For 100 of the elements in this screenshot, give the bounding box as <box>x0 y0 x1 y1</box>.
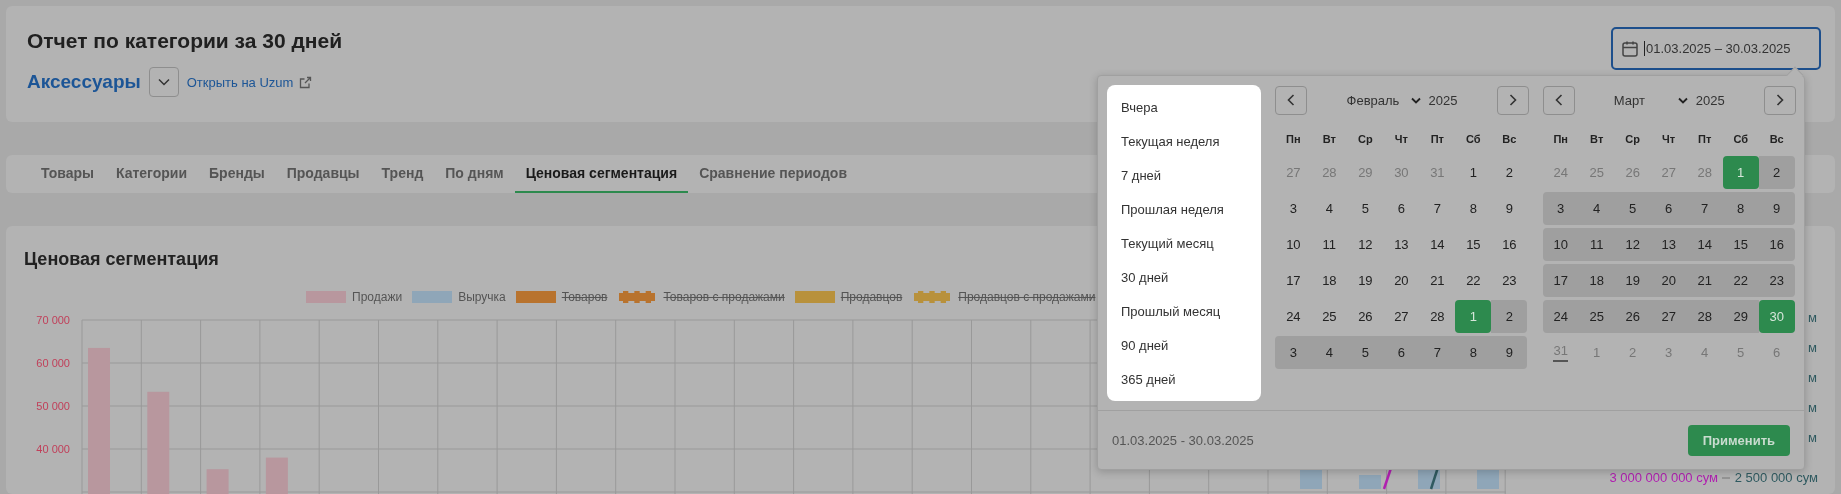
calendar-day[interactable]: 4 <box>1578 192 1615 225</box>
preset-option[interactable]: Прошлый месяц <box>1107 294 1262 328</box>
calendar-day[interactable]: 15 <box>1455 228 1492 261</box>
calendar-day[interactable]: 8 <box>1722 192 1759 225</box>
calendar-day[interactable]: 25 <box>1578 300 1615 333</box>
category-dropdown-button[interactable] <box>148 67 179 97</box>
calendar-day[interactable]: 26 <box>1614 300 1651 333</box>
calendar-day[interactable]: 16 <box>1758 228 1795 261</box>
calendar-day[interactable]: 5 <box>1614 192 1651 225</box>
calendar-day[interactable]: 8 <box>1455 336 1492 369</box>
date-range-field[interactable]: 01.03.2025 – 30.03.2025 <box>1611 27 1821 70</box>
calendar-day[interactable]: 19 <box>1614 264 1651 297</box>
year-label[interactable]: 2025 <box>1695 92 1725 108</box>
calendar-day[interactable]: 13 <box>1650 228 1687 261</box>
calendar-day[interactable]: 14 <box>1686 228 1723 261</box>
calendar-day[interactable]: 1 <box>1722 156 1759 189</box>
calendar-day[interactable]: 6 <box>1383 336 1420 369</box>
calendar-day[interactable]: 1 <box>1455 156 1492 189</box>
calendar-day[interactable]: 6 <box>1650 192 1687 225</box>
calendar-day[interactable]: 1 <box>1455 300 1492 333</box>
month-select[interactable]: Февраль <box>1346 92 1421 108</box>
calendar-day[interactable]: 20 <box>1383 264 1420 297</box>
calendar-day[interactable]: 21 <box>1419 264 1456 297</box>
legend-item[interactable]: Выручка <box>412 290 506 304</box>
calendar-day[interactable]: 20 <box>1650 264 1687 297</box>
legend-item[interactable]: Продажи <box>306 290 403 304</box>
previous-month-button[interactable] <box>1275 85 1308 115</box>
calendar-day[interactable]: 4 <box>1311 336 1348 369</box>
calendar-day[interactable]: 18 <box>1311 264 1348 297</box>
calendar-day[interactable]: 18 <box>1578 264 1615 297</box>
calendar-day[interactable]: 28 <box>1419 300 1456 333</box>
calendar-day[interactable]: 9 <box>1491 192 1528 225</box>
preset-option[interactable]: Текущий месяц <box>1107 226 1262 260</box>
calendar-day[interactable]: 7 <box>1419 336 1456 369</box>
tab[interactable]: По дням <box>434 155 515 193</box>
legend-item[interactable]: Товаров с продажами <box>617 290 785 304</box>
calendar-day[interactable]: 30 <box>1758 300 1795 333</box>
calendar-day[interactable]: 2 <box>1491 300 1528 333</box>
calendar-day[interactable]: 3 <box>1275 192 1312 225</box>
calendar-day[interactable]: 7 <box>1686 192 1723 225</box>
calendar-day[interactable]: 4 <box>1311 192 1348 225</box>
calendar-day[interactable]: 27 <box>1650 300 1687 333</box>
calendar-day[interactable]: 5 <box>1347 336 1384 369</box>
calendar-day[interactable]: 26 <box>1347 300 1384 333</box>
tab[interactable]: Ценовая сегментация <box>514 155 689 193</box>
calendar-day[interactable]: 2 <box>1491 156 1528 189</box>
calendar-day[interactable]: 11 <box>1578 228 1615 261</box>
next-month-button[interactable] <box>1763 85 1796 115</box>
calendar-day[interactable]: 10 <box>1275 228 1312 261</box>
calendar-day[interactable]: 3 <box>1275 336 1312 369</box>
calendar-day[interactable]: 14 <box>1419 228 1456 261</box>
calendar-day[interactable]: 17 <box>1542 264 1579 297</box>
calendar-day[interactable]: 2 <box>1758 156 1795 189</box>
previous-month-button[interactable] <box>1542 85 1575 115</box>
calendar-day[interactable]: 12 <box>1614 228 1651 261</box>
calendar-day[interactable]: 27 <box>1383 300 1420 333</box>
month-select[interactable]: Март <box>1613 92 1688 108</box>
calendar-day[interactable]: 13 <box>1383 228 1420 261</box>
calendar-day[interactable]: 24 <box>1542 300 1579 333</box>
calendar-day[interactable]: 17 <box>1275 264 1312 297</box>
calendar-day[interactable]: 25 <box>1311 300 1348 333</box>
calendar-day[interactable]: 22 <box>1722 264 1759 297</box>
calendar-day[interactable]: 23 <box>1491 264 1528 297</box>
calendar-day[interactable]: 19 <box>1347 264 1384 297</box>
tab[interactable]: Товары <box>30 155 105 193</box>
calendar-day[interactable]: 23 <box>1758 264 1795 297</box>
calendar-day[interactable]: 5 <box>1347 192 1384 225</box>
tab[interactable]: Продавцы <box>275 155 371 193</box>
tab[interactable]: Сравнение периодов <box>688 155 858 193</box>
preset-option[interactable]: Прошлая неделя <box>1107 192 1262 226</box>
tab[interactable]: Категории <box>104 155 199 193</box>
calendar-day[interactable]: 3 <box>1542 192 1579 225</box>
calendar-day[interactable]: 29 <box>1722 300 1759 333</box>
preset-option[interactable]: 365 дней <box>1107 362 1262 396</box>
calendar-day[interactable]: 15 <box>1722 228 1759 261</box>
tab[interactable]: Бренды <box>198 155 276 193</box>
next-month-button[interactable] <box>1496 85 1529 115</box>
calendar-day[interactable]: 8 <box>1455 192 1492 225</box>
preset-option[interactable]: 7 дней <box>1107 158 1262 192</box>
calendar-day[interactable]: 9 <box>1758 192 1795 225</box>
legend-item[interactable]: Продавцов <box>794 290 903 304</box>
preset-option[interactable]: Текущая неделя <box>1107 124 1262 158</box>
calendar-day[interactable]: 11 <box>1311 228 1348 261</box>
calendar-day[interactable]: 28 <box>1686 300 1723 333</box>
preset-option[interactable]: 30 дней <box>1107 260 1262 294</box>
preset-option[interactable]: Вчера <box>1107 90 1262 124</box>
year-label[interactable]: 2025 <box>1428 92 1458 108</box>
legend-item[interactable]: Товаров <box>515 290 608 304</box>
tab[interactable]: Тренд <box>370 155 435 193</box>
calendar-day[interactable]: 24 <box>1275 300 1312 333</box>
calendar-day[interactable]: 22 <box>1455 264 1492 297</box>
calendar-day[interactable]: 12 <box>1347 228 1384 261</box>
open-link[interactable]: Открыть на Uzum <box>186 74 313 90</box>
calendar-day[interactable]: 21 <box>1686 264 1723 297</box>
calendar-day[interactable]: 16 <box>1491 228 1528 261</box>
calendar-day[interactable]: 6 <box>1383 192 1420 225</box>
calendar-day[interactable]: 10 <box>1542 228 1579 261</box>
legend-item[interactable]: Продавцов с продажами <box>912 290 1096 304</box>
calendar-day[interactable]: 7 <box>1419 192 1456 225</box>
preset-option[interactable]: 90 дней <box>1107 328 1262 362</box>
